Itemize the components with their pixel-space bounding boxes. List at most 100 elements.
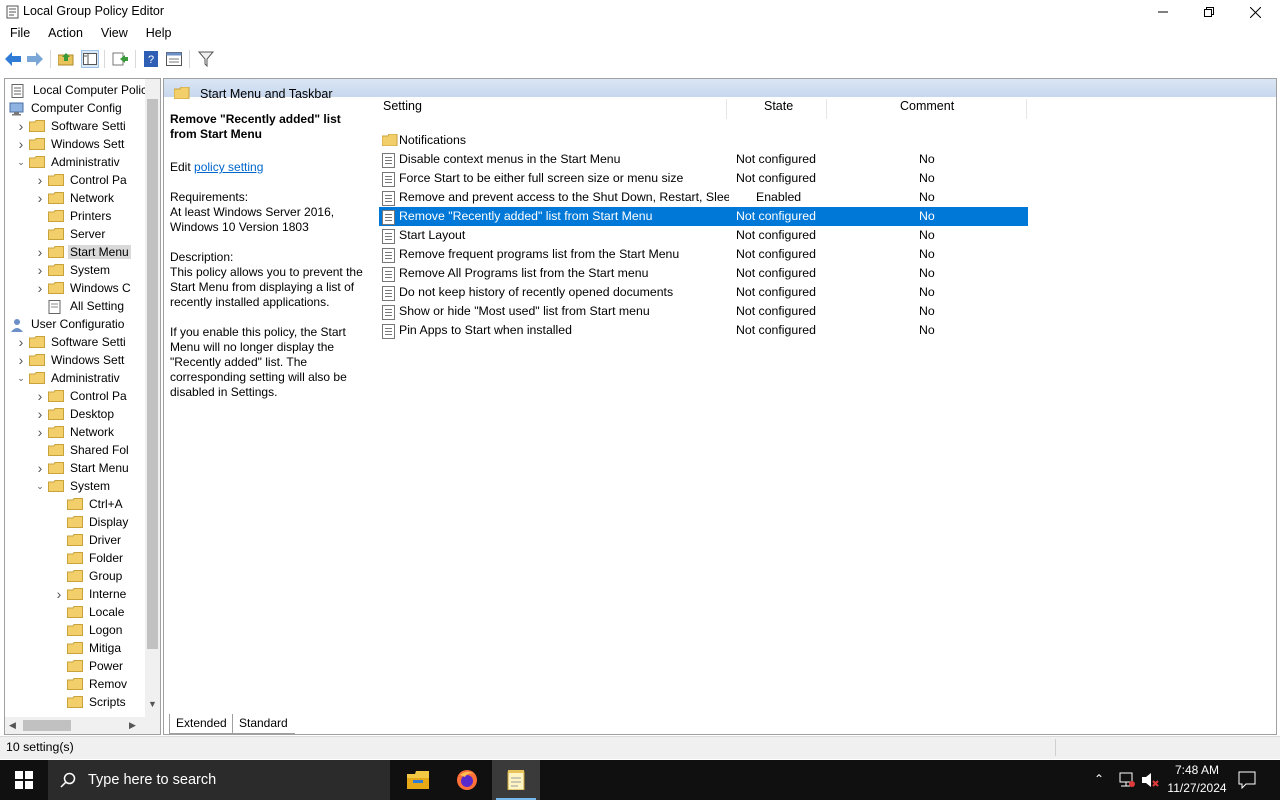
folder-row-notifications[interactable]: Notifications <box>379 131 1028 150</box>
tree-item[interactable]: Local Computer Polic <box>11 81 149 99</box>
tree-item[interactable]: › Network <box>38 423 116 441</box>
up-one-level-button[interactable] <box>57 50 75 68</box>
tree-item[interactable]: › Start Menu <box>38 459 131 477</box>
setting-row[interactable]: Force Start to be either full screen siz… <box>379 169 1028 188</box>
notification-icon[interactable] <box>1238 771 1256 792</box>
network-icon[interactable] <box>1117 772 1135 791</box>
setting-row[interactable]: Disable context menus in the Start Menu N… <box>379 150 1028 169</box>
chevron-down-icon[interactable]: ⌄ <box>5 319 6 329</box>
tree-item[interactable]: All Setting <box>48 297 126 315</box>
column-divider[interactable] <box>826 99 827 119</box>
help-button[interactable]: ? <box>142 50 160 68</box>
chevron-down-icon[interactable]: ⌄ <box>16 157 26 167</box>
policy-setting-link[interactable]: policy setting <box>194 160 263 174</box>
column-divider[interactable] <box>726 99 727 119</box>
tree-item[interactable]: › Software Setti <box>19 117 128 135</box>
tree-item[interactable]: Shared Fol <box>48 441 131 459</box>
tree-item[interactable]: › Control Pa <box>38 387 129 405</box>
chevron-right-icon[interactable]: › <box>16 334 26 350</box>
menu-help[interactable]: Help <box>136 24 180 44</box>
tree-item[interactable]: › Control Pa <box>38 171 129 189</box>
tree-item[interactable]: Server <box>48 225 107 243</box>
properties-button[interactable] <box>165 50 183 68</box>
setting-row[interactable]: Pin Apps to Start when installed Not conf… <box>379 321 1028 340</box>
tree-item[interactable]: › Software Setti <box>19 333 128 351</box>
export-list-button[interactable] <box>111 50 129 68</box>
filter-button[interactable] <box>197 50 215 68</box>
close-button[interactable] <box>1232 0 1278 24</box>
menu-action[interactable]: Action <box>38 24 91 44</box>
tree-item[interactable]: ⌄User Configuratio <box>9 315 126 333</box>
tree-item[interactable]: › Network <box>38 189 116 207</box>
menu-file[interactable]: File <box>0 24 38 44</box>
chevron-right-icon[interactable]: › <box>35 460 45 476</box>
column-setting[interactable]: Setting <box>383 99 422 113</box>
volume-icon[interactable] <box>1141 772 1159 791</box>
chevron-right-icon[interactable]: › <box>35 280 45 296</box>
forward-button[interactable] <box>26 50 44 68</box>
tree-horizontal-scrollbar[interactable]: ◀ ▶ <box>5 717 160 734</box>
tree-horizontal-scroll-thumb[interactable] <box>23 720 71 731</box>
setting-row[interactable]: Remove "Recently added" list from Start … <box>379 207 1028 226</box>
tree-item[interactable]: ⌄ System <box>36 477 112 495</box>
taskbar-firefox[interactable] <box>443 760 491 800</box>
setting-row[interactable]: Show or hide "Most used" list from Start… <box>379 302 1028 321</box>
back-button[interactable] <box>4 50 22 68</box>
tree-item[interactable]: Group <box>67 567 124 585</box>
tree-item[interactable]: Locale <box>67 603 126 621</box>
tree-item[interactable]: Printers <box>48 207 113 225</box>
minimize-button[interactable] <box>1140 0 1186 24</box>
tree-item[interactable]: Driver <box>67 531 123 549</box>
start-button[interactable] <box>0 760 48 800</box>
tree-item[interactable]: Display <box>67 513 130 531</box>
scroll-down-arrow-icon[interactable]: ▼ <box>148 699 157 709</box>
setting-row[interactable]: Do not keep history of recently opened d… <box>379 283 1028 302</box>
taskbar-file-explorer[interactable] <box>394 760 442 800</box>
restore-button[interactable] <box>1186 0 1232 24</box>
tree-item[interactable]: ⌄ Administrativ <box>17 153 122 171</box>
taskbar-search-box[interactable]: Type here to search <box>48 760 390 800</box>
chevron-right-icon[interactable]: › <box>35 424 45 440</box>
tree-item[interactable]: › Windows Sett <box>19 135 126 153</box>
column-comment[interactable]: Comment <box>900 99 954 113</box>
tree-item[interactable]: › Windows C <box>38 279 133 297</box>
chevron-right-icon[interactable]: › <box>54 586 64 602</box>
setting-row[interactable]: Remove All Programs list from the Start … <box>379 264 1028 283</box>
clock-time[interactable]: 7:48 AM <box>1165 763 1229 777</box>
taskbar-notepad[interactable] <box>492 760 540 800</box>
tree-item[interactable]: › Start Menu <box>38 243 131 261</box>
menu-view[interactable]: View <box>91 24 136 44</box>
column-state[interactable]: State <box>764 99 793 113</box>
tree-item[interactable]: Folder <box>67 549 125 567</box>
tab-extended[interactable]: Extended <box>169 714 233 734</box>
clock-date[interactable]: 11/27/2024 <box>1165 781 1229 795</box>
tree-vertical-scrollbar[interactable]: ▼ <box>145 79 160 717</box>
chevron-up-icon[interactable]: ⌃ <box>1094 772 1104 786</box>
scroll-right-arrow-icon[interactable]: ▶ <box>129 720 136 731</box>
chevron-right-icon[interactable]: › <box>35 190 45 206</box>
chevron-down-icon[interactable]: ⌄ <box>35 481 45 491</box>
tree-item[interactable]: › System <box>38 261 112 279</box>
navigation-tree[interactable]: Local Computer Polic⌄Computer Config›Sof… <box>4 78 161 735</box>
setting-row[interactable]: Remove and prevent access to the Shut Do… <box>379 188 1028 207</box>
tree-item[interactable]: Mitiga <box>67 639 123 657</box>
tab-standard[interactable]: Standard <box>233 714 295 734</box>
chevron-right-icon[interactable]: › <box>35 244 45 260</box>
tree-vertical-scroll-thumb[interactable] <box>147 99 158 649</box>
tree-item[interactable]: › Interne <box>57 585 128 603</box>
chevron-right-icon[interactable]: › <box>35 262 45 278</box>
chevron-right-icon[interactable]: › <box>16 352 26 368</box>
chevron-right-icon[interactable]: › <box>35 172 45 188</box>
tree-item[interactable]: Ctrl+A <box>67 495 125 513</box>
tree-item[interactable]: Logon <box>67 621 124 639</box>
tree-item[interactable]: › Windows Sett <box>19 351 126 369</box>
tree-item[interactable]: Remov <box>67 675 129 693</box>
tree-item[interactable]: › Desktop <box>38 405 116 423</box>
chevron-right-icon[interactable]: › <box>35 406 45 422</box>
setting-row[interactable]: Remove frequent programs list from the S… <box>379 245 1028 264</box>
column-divider[interactable] <box>1026 99 1027 119</box>
chevron-down-icon[interactable]: ⌄ <box>16 373 26 383</box>
tree-item[interactable]: Scripts <box>67 693 128 711</box>
chevron-down-icon[interactable]: ⌄ <box>5 103 6 113</box>
tree-item[interactable]: ⌄ Administrativ <box>17 369 122 387</box>
